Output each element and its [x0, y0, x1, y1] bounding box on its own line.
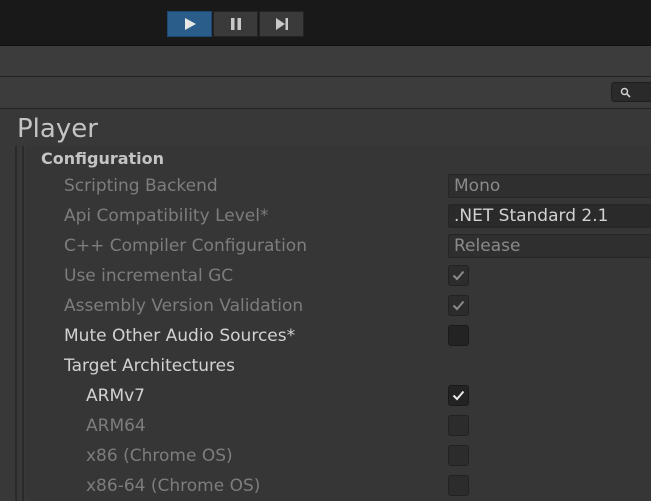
cpp-compiler-configuration-label: C++ Compiler Configuration	[64, 236, 307, 256]
assembly-version-validation-label: Assembly Version Validation	[64, 296, 304, 316]
play-icon	[184, 18, 196, 30]
indent-guide	[15, 146, 17, 501]
x86-chrome-os-checkbox	[448, 445, 469, 466]
section-header-configuration[interactable]: Configuration	[41, 148, 164, 170]
pause-button[interactable]	[213, 11, 258, 37]
search-input[interactable]	[611, 82, 651, 102]
mute-other-audio-sources-checkbox[interactable]	[448, 325, 469, 346]
api-compatibility-level-dropdown[interactable]: .NET Standard 2.1	[448, 204, 651, 228]
search-icon	[620, 87, 631, 98]
scripting-backend-dropdown: Mono	[448, 174, 651, 198]
play-button[interactable]	[167, 11, 212, 37]
page-title: Player	[17, 114, 98, 144]
checkmark-icon	[452, 390, 465, 401]
armv7-label: ARMv7	[86, 386, 145, 406]
arm64-checkbox	[448, 415, 469, 436]
indent-guide	[22, 146, 24, 501]
play-mode-controls	[167, 11, 305, 37]
mute-other-audio-sources-label: Mute Other Audio Sources*	[64, 326, 296, 346]
scripting-backend-label: Scripting Backend	[64, 176, 218, 196]
x86-chrome-os-label: x86 (Chrome OS)	[86, 446, 233, 466]
api-compatibility-level-label: Api Compatibility Level*	[64, 206, 269, 226]
armv7-checkbox[interactable]	[448, 385, 469, 406]
x86-64-chrome-os-checkbox	[448, 475, 469, 496]
use-incremental-gc-label: Use incremental GC	[64, 266, 234, 286]
checkmark-icon	[452, 300, 465, 311]
editor-tab-bar	[0, 46, 651, 77]
step-icon	[275, 18, 288, 30]
pause-icon	[230, 18, 241, 30]
cpp-compiler-configuration-dropdown: Release	[448, 234, 651, 258]
target-architectures-label: Target Architectures	[64, 356, 235, 376]
inspector-header-bar	[0, 77, 651, 109]
arm64-label: ARM64	[86, 416, 146, 436]
use-incremental-gc-checkbox	[448, 265, 469, 286]
step-button[interactable]	[259, 11, 304, 37]
checkmark-icon	[452, 270, 465, 281]
x86-64-chrome-os-label: x86-64 (Chrome OS)	[86, 476, 261, 496]
assembly-version-validation-checkbox	[448, 295, 469, 316]
toolbar	[0, 0, 651, 46]
